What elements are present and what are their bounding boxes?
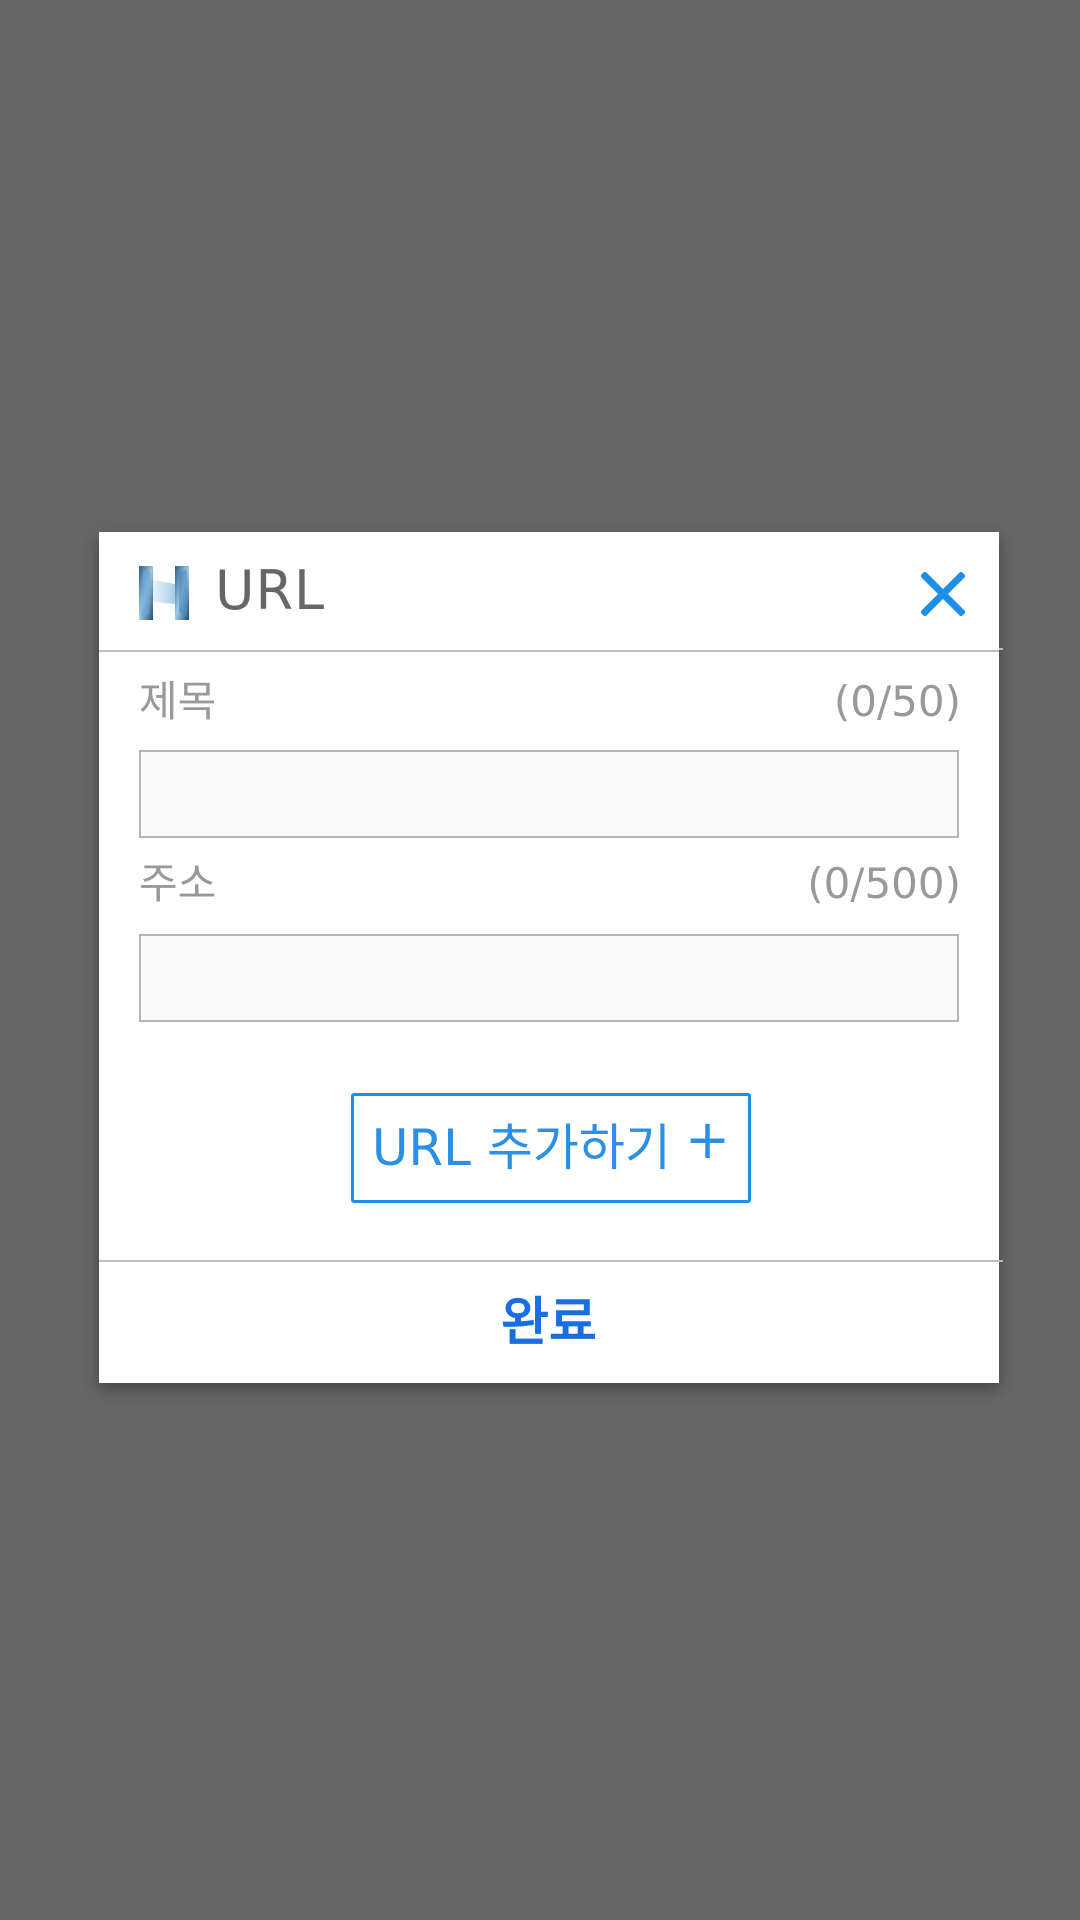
app-logo-h-icon <box>139 566 189 620</box>
dialog-header: URL <box>99 532 999 652</box>
title-field-label: 제목 <box>139 677 217 726</box>
address-char-count: (0/500) <box>807 859 961 908</box>
address-field-label: 주소 <box>139 859 217 908</box>
dialog-title: URL <box>215 559 326 622</box>
add-url-label: URL 추가하기 <box>371 1119 671 1177</box>
title-char-count: (0/50) <box>833 677 961 726</box>
add-url-button[interactable]: URL 추가하기 + <box>351 1093 751 1203</box>
url-dialog: URL 제목 (0/50) 주소 (0/500) URL 추가하기 + 완료 <box>99 532 1003 1383</box>
address-input[interactable] <box>139 934 959 1022</box>
header-divider <box>999 648 1003 650</box>
title-input[interactable] <box>139 750 959 838</box>
close-icon[interactable] <box>921 572 965 616</box>
done-button[interactable]: 완료 <box>99 1262 999 1383</box>
plus-icon: + <box>684 1108 731 1171</box>
